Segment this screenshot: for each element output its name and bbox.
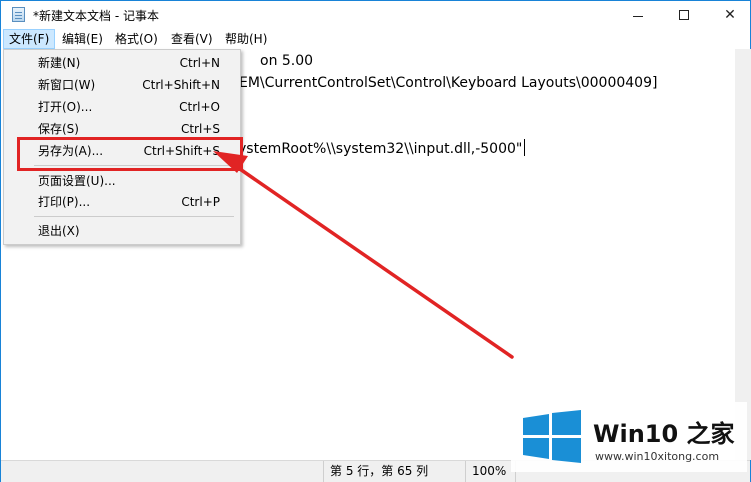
close-button[interactable]: ✕ — [707, 1, 751, 29]
file-menu-new-window-label: 新窗口(W) — [38, 78, 96, 92]
watermark-url: www.win10xitong.com — [595, 450, 720, 463]
close-icon: ✕ — [724, 7, 736, 23]
zoom-level: 100% — [465, 461, 515, 482]
save-as-highlight-box — [17, 137, 243, 171]
maximize-button[interactable] — [661, 1, 707, 29]
watermark: Win10 之家 www.win10xitong.com — [511, 402, 747, 472]
maximize-icon — [679, 10, 689, 20]
notepad-icon — [12, 7, 25, 22]
title-bar: *新建文本文档 - 记事本 ✕ — [1, 1, 750, 29]
file-menu-open[interactable]: 打开(O)... Ctrl+O — [4, 96, 240, 118]
notepad-window: *新建文本文档 - 记事本 ✕ 文件(F) 编辑(E) 格式(O) 查看(V) … — [0, 0, 751, 482]
editor-line-5: ystemRoot%\\system32\\input.dll,-5000" — [238, 139, 526, 157]
file-menu-open-shortcut: Ctrl+O — [179, 100, 220, 114]
editor-line-5-text: ystemRoot%\\system32\\input.dll,-5000" — [238, 141, 523, 157]
window-title: *新建文本文档 - 记事本 — [33, 9, 159, 23]
minimize-button[interactable] — [615, 1, 661, 29]
menu-bar: 文件(F) 编辑(E) 格式(O) 查看(V) 帮助(H) — [1, 29, 750, 49]
file-menu-new-window-shortcut: Ctrl+Shift+N — [142, 78, 220, 92]
file-menu-new-window[interactable]: 新窗口(W) Ctrl+Shift+N — [4, 74, 240, 96]
menu-separator — [34, 216, 234, 217]
minimize-icon — [633, 15, 643, 17]
cursor-position: 第 5 行，第 65 列 — [323, 461, 465, 482]
file-menu-open-label: 打开(O)... — [38, 100, 93, 114]
watermark-brand: Win10 之家 — [593, 414, 735, 449]
menu-help[interactable]: 帮助(H) — [220, 29, 272, 49]
menu-file[interactable]: 文件(F) — [3, 29, 56, 49]
file-menu-exit[interactable]: 退出(X) — [4, 220, 240, 242]
editor-line-1: on 5.00 — [260, 53, 314, 69]
file-menu-print[interactable]: 打印(P)... Ctrl+P — [4, 191, 240, 213]
file-menu-new-shortcut: Ctrl+N — [179, 56, 220, 70]
file-menu-page-setup-label: 页面设置(U)... — [38, 174, 116, 188]
menu-edit[interactable]: 编辑(E) — [57, 29, 108, 49]
file-menu-exit-label: 退出(X) — [38, 224, 80, 238]
file-menu-new[interactable]: 新建(N) Ctrl+N — [4, 52, 240, 74]
file-menu-print-label: 打印(P)... — [38, 195, 91, 209]
menu-format[interactable]: 格式(O) — [110, 29, 163, 49]
menu-view[interactable]: 查看(V) — [166, 29, 218, 49]
vertical-scrollbar[interactable] — [735, 49, 751, 460]
file-menu-print-shortcut: Ctrl+P — [181, 195, 220, 209]
watermark-brand-prefix: Win10 — [593, 420, 679, 448]
file-menu-new-label: 新建(N) — [38, 56, 81, 70]
text-caret — [524, 139, 526, 156]
file-menu-page-setup[interactable]: 页面设置(U)... — [4, 170, 240, 192]
editor-line-2: EM\CurrentControlSet\Control\Keyboard La… — [239, 75, 658, 91]
windows-logo-icon — [523, 410, 581, 463]
watermark-brand-suffix: 之家 — [678, 420, 735, 448]
